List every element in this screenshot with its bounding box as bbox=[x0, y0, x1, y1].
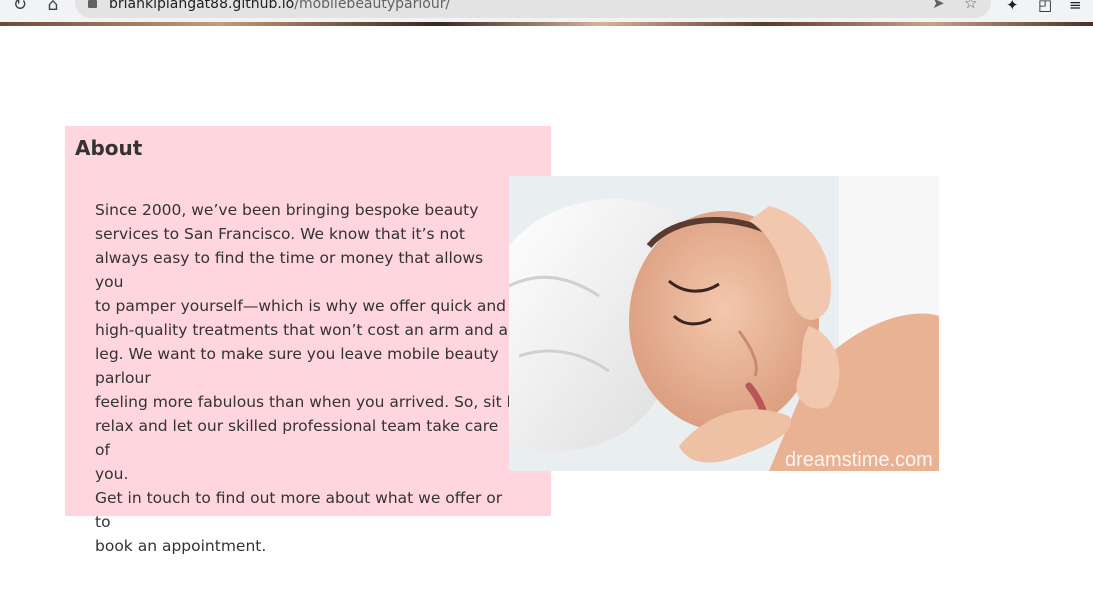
about-line: book an appointment. bbox=[95, 537, 267, 555]
about-line: you. bbox=[95, 465, 129, 483]
about-text: Since 2000, we’ve been bringing bespoke … bbox=[95, 198, 548, 558]
header-image-strip bbox=[0, 22, 1093, 26]
extensions-icon[interactable]: ✦ bbox=[1006, 0, 1019, 16]
about-line: feeling more fabulous than when you arri… bbox=[95, 393, 549, 411]
address-bar[interactable]: briankiplangat88.github.io/mobilebeautyp… bbox=[75, 0, 991, 18]
star-icon[interactable]: ☆ bbox=[964, 0, 977, 12]
home-icon[interactable]: ⌂ bbox=[41, 0, 65, 16]
url-path: /mobilebeautyparlour/ bbox=[294, 0, 451, 12]
about-line: services to San Francisco. We know that … bbox=[95, 225, 465, 243]
about-line: leg. We want to make sure you leave mobi… bbox=[95, 345, 499, 363]
send-icon[interactable]: ➤ bbox=[932, 0, 945, 12]
about-line: high-quality treatments that won’t cost … bbox=[95, 321, 508, 339]
about-line: parlour bbox=[95, 369, 151, 387]
url-text: briankiplangat88.github.io/mobilebeautyp… bbox=[109, 0, 450, 13]
about-line: to pamper yourself—which is why we offer… bbox=[95, 297, 507, 315]
about-line: always easy to find the time or money th… bbox=[95, 249, 484, 291]
browser-toolbar: ↻ ⌂ briankiplangat88.github.io/mobilebea… bbox=[0, 0, 1093, 22]
about-line: relax and let our skilled professional t… bbox=[95, 417, 499, 459]
url-host: briankiplangat88.github.io bbox=[109, 0, 295, 12]
image-watermark: dreamstime.com bbox=[785, 449, 933, 471]
about-section: About Since 2000, we’ve been bringing be… bbox=[65, 126, 551, 555]
facial-massage-photo: dreamstime.com bbox=[509, 176, 939, 471]
reload-icon[interactable]: ↻ bbox=[8, 0, 32, 16]
lock-icon bbox=[88, 0, 97, 8]
cast-icon[interactable]: ◰ bbox=[1038, 0, 1052, 16]
about-line: Get in touch to find out more about what… bbox=[95, 489, 503, 531]
about-title: About bbox=[75, 136, 143, 160]
about-line: Since 2000, we’ve been bringing bespoke … bbox=[95, 201, 479, 219]
photo-illustration: dreamstime.com bbox=[509, 176, 939, 471]
media-icon[interactable]: ≡ bbox=[1069, 0, 1082, 16]
